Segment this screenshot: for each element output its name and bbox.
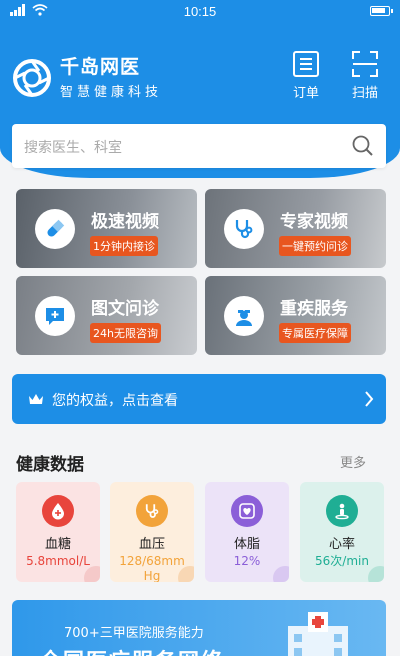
health-name: 血压 <box>138 537 165 552</box>
chat-plus-icon <box>46 308 64 325</box>
battery-icon <box>370 6 393 16</box>
scan-label: 扫描 <box>351 86 378 101</box>
logo-icon <box>13 58 51 97</box>
brand-slogan: 智慧健康科技 <box>60 85 163 100</box>
card-title: 图文问诊 <box>91 299 159 319</box>
status-time: 10:15 <box>183 4 217 19</box>
benefit-label: 您的权益，点击查看 <box>52 393 178 409</box>
order-icon <box>293 51 319 77</box>
brand-name: 千岛网医 <box>60 56 141 78</box>
pill-icon-wrap <box>35 209 75 249</box>
crown-icon <box>29 394 43 404</box>
search-placeholder: 搜索医生、科室 <box>24 140 122 156</box>
order-button[interactable]: 订单 <box>286 50 326 101</box>
health-card-blood-sugar[interactable]: 血糖 5.8mmol/L <box>16 482 100 582</box>
order-label: 订单 <box>292 86 319 101</box>
person-scale-icon <box>326 495 358 527</box>
service-card-text-consult[interactable]: 图文问诊 24h无限咨询 <box>16 276 197 355</box>
health-card-body-fat[interactable]: 体脂 12% <box>205 482 289 582</box>
card-title: 重疾服务 <box>280 299 348 319</box>
heart-scale-icon <box>231 495 263 527</box>
card-tag: 24h无限咨询 <box>90 323 161 343</box>
health-card-heart-rate[interactable]: 心率 56次/min <box>300 482 384 582</box>
nurse-icon-wrap <box>224 296 264 336</box>
bottom-tab-bar <box>0 656 400 666</box>
chevron-right-icon <box>365 391 374 407</box>
brand: 千岛网医 智慧健康科技 <box>12 55 162 100</box>
blood-drop-icon <box>42 495 74 527</box>
health-name: 心率 <box>328 537 355 552</box>
stethoscope-icon <box>136 495 168 527</box>
health-value: 56次/min <box>315 554 369 568</box>
status-bar: 10:15 <box>0 0 400 24</box>
search-icon[interactable] <box>352 135 374 157</box>
health-card-blood-pressure[interactable]: 血压 128/68mmHg <box>110 482 194 582</box>
card-tag: 专属医疗保障 <box>279 323 351 343</box>
health-value: 12% <box>233 554 261 568</box>
search-input[interactable]: 搜索医生、科室 <box>12 124 386 168</box>
pill-icon <box>47 219 65 237</box>
stethoscope-icon <box>235 220 253 239</box>
card-tag: 一键预约问诊 <box>279 236 351 256</box>
card-title: 专家视频 <box>280 212 348 232</box>
health-more-link[interactable]: 更多 <box>340 452 366 471</box>
card-title: 极速视频 <box>91 212 159 232</box>
card-tag: 1分钟内接诊 <box>90 236 158 256</box>
service-card-fast-video[interactable]: 极速视频 1分钟内接诊 <box>16 189 197 268</box>
banner-subtitle: 700+三甲医院服务能力 <box>64 626 204 641</box>
scan-button[interactable]: 扫描 <box>345 50 385 101</box>
health-value: 5.8mmol/L <box>26 554 90 568</box>
health-section-title: 健康数据 <box>16 455 84 475</box>
benefit-banner[interactable]: 您的权益，点击查看 <box>12 374 386 424</box>
health-name: 血糖 <box>44 537 71 552</box>
stethoscope-icon-wrap <box>224 209 264 249</box>
nurse-icon <box>236 307 252 326</box>
service-card-serious-illness[interactable]: 重疾服务 专属医疗保障 <box>205 276 386 355</box>
chat-plus-icon-wrap <box>35 296 75 336</box>
scan-icon <box>352 51 378 77</box>
health-name: 体脂 <box>233 537 260 552</box>
service-card-expert-video[interactable]: 专家视频 一键预约问诊 <box>205 189 386 268</box>
